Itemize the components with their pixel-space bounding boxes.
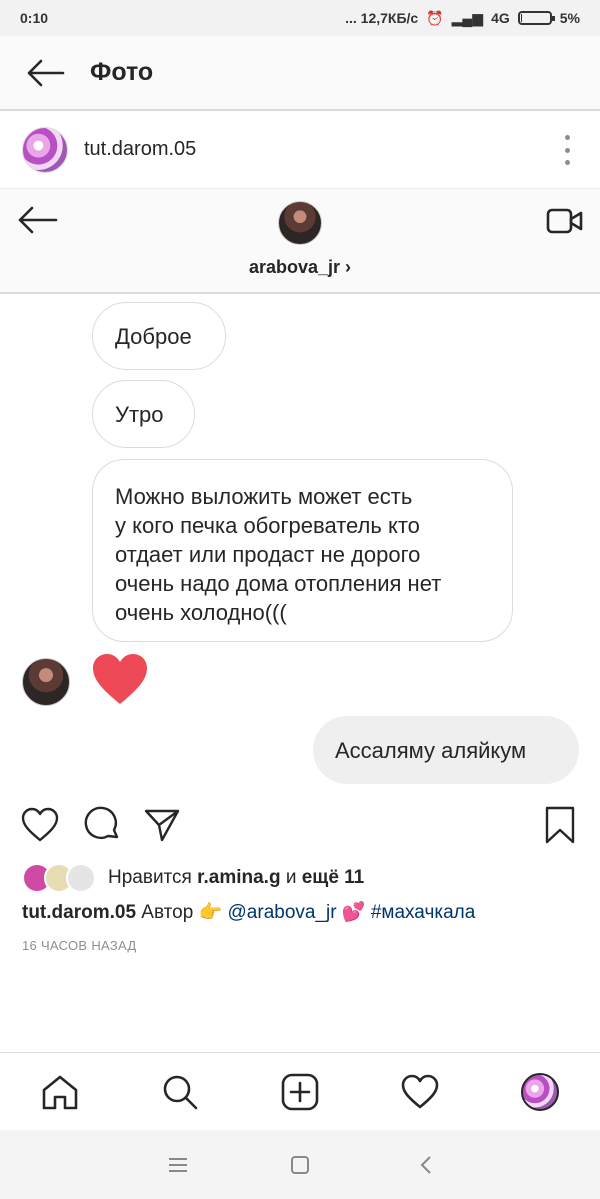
chevron-left-icon: [420, 1156, 431, 1174]
post-actions: [0, 800, 600, 850]
post-header: tut.darom.05: [0, 111, 600, 189]
status-bar: 0:10 ... 12,7КБ/с ⏰ ▂▄▆ 4G 5%: [0, 0, 600, 36]
system-nav-bar: [0, 1130, 600, 1199]
message-line: Можно выложить может есть: [115, 484, 413, 509]
battery-icon: [517, 11, 555, 25]
post-author-avatar[interactable]: [22, 126, 68, 173]
battery-percent: 5%: [559, 10, 580, 26]
square-icon: [291, 1156, 309, 1174]
more-options-icon[interactable]: [562, 135, 572, 165]
likes-prefix: Нравится: [108, 867, 198, 888]
post-author-username[interactable]: tut.darom.05: [84, 138, 196, 161]
menu-button[interactable]: [164, 1152, 192, 1178]
home-nav-button[interactable]: [286, 1152, 314, 1178]
tab-profile[interactable]: [518, 1070, 562, 1114]
battery-fill: [520, 14, 522, 22]
message-line: очень надо дома отопления нет: [115, 571, 442, 596]
tab-search[interactable]: [158, 1070, 202, 1114]
add-post-icon: [281, 1073, 319, 1111]
message-text: Можно выложить может есть у кого печка о…: [115, 482, 441, 627]
message-text: Доброе: [115, 323, 192, 349]
back-button[interactable]: [0, 35, 90, 110]
like-button[interactable]: [20, 805, 60, 845]
chat-username-text: arabova_jr: [248, 257, 341, 277]
bottom-tab-bar: [0, 1052, 600, 1130]
chat-username: arabova_jr ›: [0, 257, 600, 278]
chat-header: arabova_jr ›: [0, 189, 600, 294]
message-line: отдает или продаст не дорого: [115, 542, 421, 567]
status-indicators: ... 12,7КБ/с ⏰ ▂▄▆ 4G 5%: [345, 10, 580, 27]
network-type: 4G: [491, 10, 510, 26]
heart-outline-icon: [21, 807, 59, 842]
tab-activity[interactable]: [398, 1070, 442, 1114]
liker-avatar: [66, 863, 96, 893]
message-bubble: Доброе: [92, 302, 226, 370]
video-call-icon: [546, 208, 583, 234]
alarm-icon: ⏰: [426, 9, 444, 26]
likes-row[interactable]: Нравится r.amina.g и ещё 11: [22, 862, 364, 894]
page-title: Фото: [90, 58, 154, 86]
chat-back-arrow-icon: [18, 206, 58, 234]
post-caption: tut.darom.05 Автор 👉 @arabova_jr 💕 #маха…: [22, 900, 475, 924]
message-text: Ассаляму аляйкум: [335, 737, 527, 763]
bookmark-icon: [545, 806, 575, 844]
liker-avatars: [22, 863, 100, 893]
message-bubble: Утро: [92, 380, 195, 448]
caption-text: Автор: [136, 902, 199, 923]
save-button[interactable]: [540, 805, 580, 845]
network-speed: ... 12,7КБ/с: [345, 10, 419, 26]
liker-username[interactable]: r.amina.g: [197, 867, 280, 889]
chat-avatar: [278, 201, 322, 245]
menu-icon: [169, 1158, 187, 1172]
message-line: у кого печка обогреватель кто: [115, 513, 420, 538]
message-bubble: Можно выложить может есть у кого печка о…: [92, 459, 513, 642]
app-header: Фото: [0, 36, 600, 111]
tab-home[interactable]: [38, 1070, 82, 1114]
sender-avatar: [22, 658, 70, 706]
arrow-left-icon: [27, 59, 65, 86]
comment-icon: [84, 806, 119, 839]
share-button[interactable]: [142, 805, 182, 845]
profile-avatar: [521, 1073, 559, 1111]
my-message-bubble: Ассаляму аляйкум: [313, 716, 579, 784]
hearts-icon: 💕: [341, 902, 366, 923]
comment-button[interactable]: [82, 805, 122, 845]
caption-username[interactable]: tut.darom.05: [22, 902, 136, 923]
search-icon: [163, 1075, 198, 1110]
heart-outline-icon: [401, 1074, 439, 1109]
likes-middle: и: [280, 867, 302, 888]
chevron-right-icon: ›: [345, 257, 352, 277]
caption-mention[interactable]: @arabova_jr: [228, 902, 337, 923]
heart-icon: [93, 654, 147, 704]
likes-more[interactable]: ещё 11: [302, 867, 365, 889]
send-icon: [144, 809, 180, 842]
message-text: Утро: [115, 401, 164, 427]
signal-icon: ▂▄▆: [451, 9, 484, 26]
status-time: 0:10: [20, 10, 49, 26]
caption-hashtag[interactable]: #махачкала: [371, 902, 475, 923]
pointing-hand-icon: 👉: [198, 902, 223, 923]
back-nav-button[interactable]: [412, 1152, 440, 1178]
message-line: очень холодно(((: [115, 600, 287, 625]
home-icon: [42, 1075, 78, 1110]
post-timestamp: 16 ЧАСОВ НАЗАД: [22, 938, 137, 953]
tab-new-post[interactable]: [278, 1070, 322, 1114]
